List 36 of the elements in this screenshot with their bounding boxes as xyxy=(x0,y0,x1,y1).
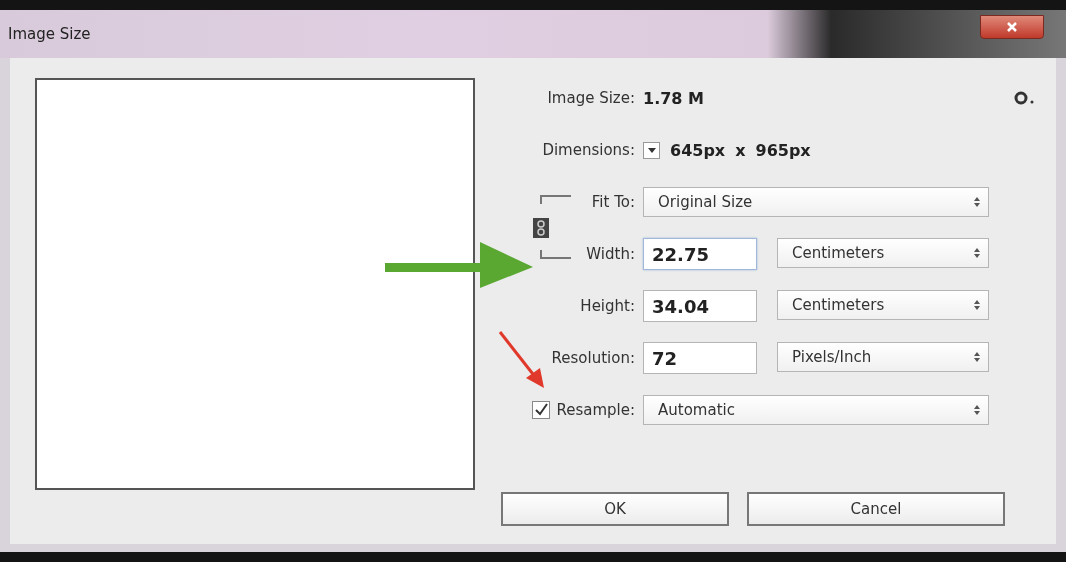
field-label: Resample: xyxy=(556,401,635,419)
stepper-icon xyxy=(974,300,980,310)
image-size-value: 1.78 M xyxy=(643,88,704,108)
field-label: Width: xyxy=(586,245,635,263)
field-label: Fit To: xyxy=(591,193,635,211)
number-input-field[interactable]: 72 xyxy=(643,342,757,374)
stepper-icon xyxy=(974,197,980,207)
close-button[interactable] xyxy=(980,15,1044,39)
window-title: Image Size xyxy=(8,25,91,43)
close-icon xyxy=(1006,21,1018,33)
stepper-icon xyxy=(974,248,980,258)
cancel-button[interactable]: Cancel xyxy=(747,492,1005,526)
unit-dropdown[interactable]: Centimeters xyxy=(777,290,989,320)
fit-to-dropdown[interactable]: Original Size xyxy=(643,187,989,217)
caret-icon xyxy=(647,147,656,153)
dimensions-dropdown[interactable] xyxy=(643,141,660,159)
arrow-icon xyxy=(385,240,535,290)
stepper-icon xyxy=(974,352,980,362)
dimension-value: 645px xyxy=(670,140,726,160)
number-input-field[interactable]: 22.75 xyxy=(643,238,757,270)
ok-button[interactable]: OK xyxy=(501,492,729,526)
resample-dropdown[interactable]: Automatic xyxy=(643,395,989,425)
field-label: Resolution: xyxy=(551,349,635,367)
constrain-link-drawing[interactable] xyxy=(533,194,573,260)
dimension-separator: x xyxy=(735,140,746,160)
field-label: Dimensions: xyxy=(542,141,635,159)
number-input-field[interactable]: 34.04 xyxy=(643,290,757,322)
checkmark-icon xyxy=(534,403,549,417)
resample-checkbox[interactable] xyxy=(532,401,551,419)
field-label: Height: xyxy=(580,297,635,315)
settings-icon[interactable] xyxy=(1014,91,1036,105)
unit-dropdown[interactable]: Centimeters xyxy=(777,238,989,268)
stepper-icon xyxy=(974,405,980,415)
unit-dropdown[interactable]: Pixels/Inch xyxy=(777,342,989,372)
field-label: Image Size: xyxy=(547,89,635,107)
dimension-value: 965px xyxy=(755,140,811,160)
